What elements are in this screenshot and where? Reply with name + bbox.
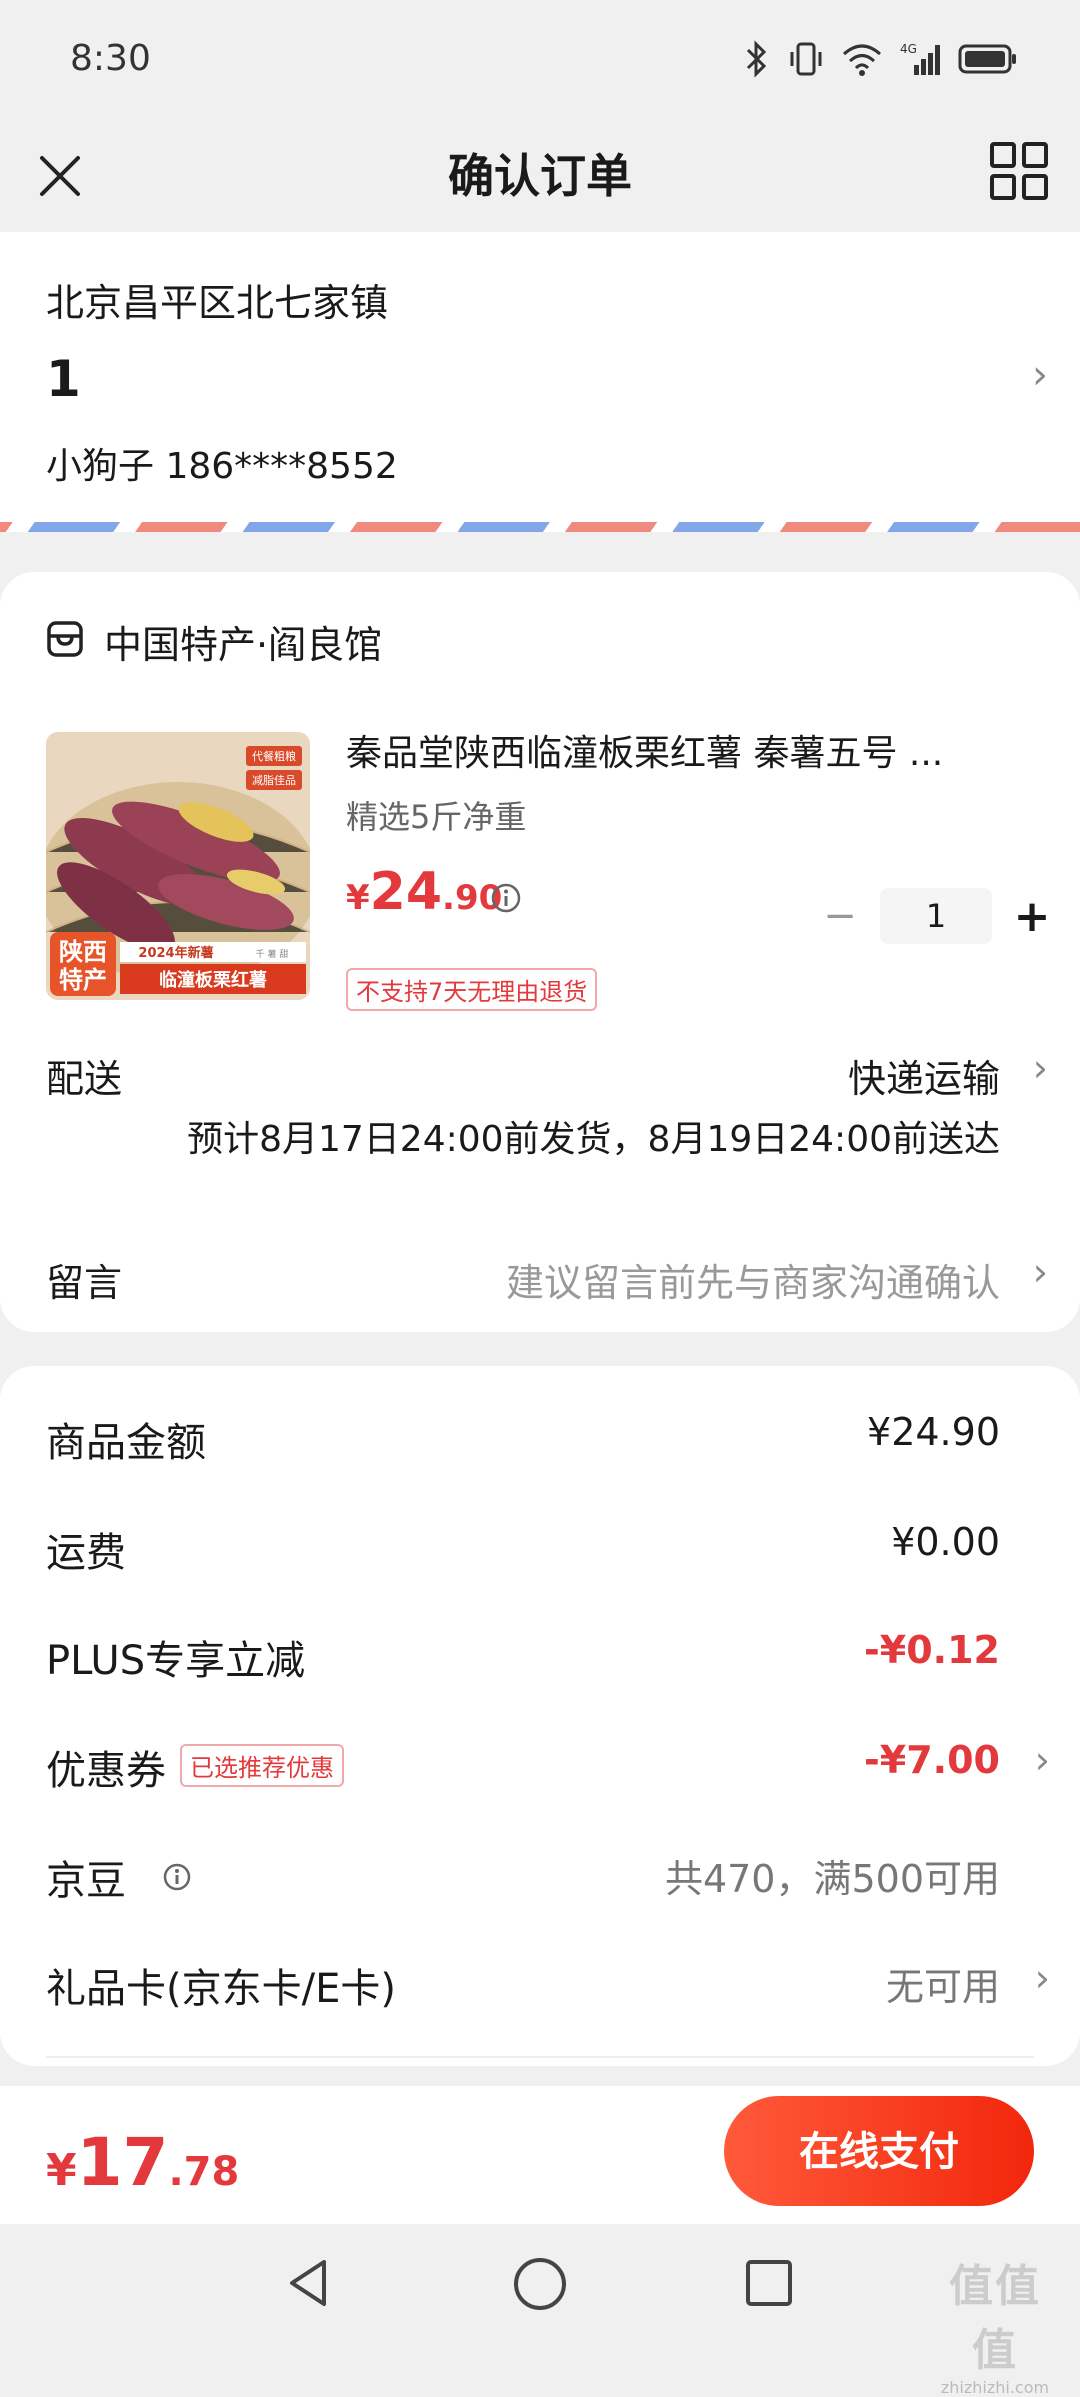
recents-icon[interactable] [744,2258,794,2308]
quantity-increase-button[interactable]: + [1012,891,1052,942]
chevron-right-icon[interactable]: › [1033,1250,1048,1294]
image-region2: 特产 [59,966,107,994]
jingdou-label: 京豆 [46,1858,126,1904]
status-icons: 4G [744,40,1018,78]
price-integer: 24 [369,862,443,922]
total-price: ¥17.78 [46,2124,239,2201]
summary-row-plus: PLUS专享立减 -¥0.12 [46,1628,1000,1688]
address-region: 北京昌平区北七家镇 [46,281,389,325]
product-image[interactable]: 代餐粗粮 减脂佳品 陕西 特产 2024年新薯 千 薯 甜 临潼板栗红薯 [46,732,310,1000]
address-card[interactable]: 北京昌平区北七家镇 1 小狗子 186****8552 › [0,232,1080,532]
quantity-decrease-button[interactable]: − [820,893,860,939]
quantity-stepper: − 1 + [820,888,1052,944]
shipping-method[interactable]: 快递运输 [848,1048,1000,1103]
shipping-eta: 预计8月17日24:00前发货，8月19日24:00前送达 [187,1119,1000,1160]
status-time: 8:30 [70,38,151,79]
chevron-right-icon[interactable]: › [1033,1046,1048,1090]
total-currency: ¥ [46,2145,77,2196]
image-tag2: 减脂佳品 [252,773,296,787]
shop-name[interactable]: 中国特产·阎良馆 [104,614,382,669]
summary-row-coupon[interactable]: 优惠券 已选推荐优惠 -¥7.00 › [46,1738,1050,1798]
price-currency: ¥ [346,878,370,918]
cellular-signal-icon: 4G [900,42,940,75]
image-grade: 千 薯 甜 [256,948,289,960]
pay-bar: ¥17.78 在线支付 [0,2086,1080,2224]
svg-text:4G: 4G [900,42,917,56]
shipping-label: 配送 [46,1057,123,1101]
product-spec: 精选5斤净重 [346,798,527,836]
freight-label: 运费 [46,1530,126,1576]
chevron-right-icon[interactable]: › [1035,1738,1050,1782]
airmail-border [0,522,1080,532]
chevron-right-icon: › [1032,352,1048,398]
bluetooth-icon [746,40,767,78]
price-summary-card: 商品金额 ¥24.90 运费 ¥0.00 PLUS专享立减 -¥0.12 优惠券… [0,1366,1080,2066]
page-title: 确认订单 [448,149,632,203]
watermark: 值值值 zhizhizhi.com [930,2250,1060,2397]
watermark-url: zhizhizhi.com [940,2378,1050,2397]
goods-amount-value: ¥24.90 [867,1410,1000,1454]
coupon-tag: 已选推荐优惠 [180,1744,344,1787]
product-title[interactable]: 秦品堂陕西临潼板栗红薯 秦薯五号 ... [346,724,1026,776]
summary-row-jingdou: 京豆 共470，满500可用 [46,1848,1000,1908]
address-contact: 小狗子 186****8552 [46,446,398,487]
total-decimal: .78 [168,2149,240,2195]
shop-icon [47,621,83,657]
chevron-right-icon[interactable]: › [1035,1956,1050,2000]
divider [46,2056,1034,2058]
info-icon[interactable] [490,882,522,914]
info-icon[interactable] [162,1862,192,1892]
quantity-input[interactable]: 1 [880,888,992,944]
giftcard-value: 无可用 [885,1965,1000,2009]
home-icon[interactable] [512,2256,568,2312]
summary-row-goods: 商品金额 ¥24.90 [46,1410,1000,1470]
freight-value: ¥0.00 [891,1520,1000,1564]
return-policy-badge: 不支持7天无理由退货 [346,968,598,1011]
image-name: 临潼板栗红薯 [159,969,267,991]
image-tag1: 代餐粗粮 [252,749,296,763]
summary-row-giftcard[interactable]: 礼品卡(京东卡/E卡) 无可用 › [46,1956,1050,2016]
message-label: 留言 [46,1261,123,1305]
system-nav-bar [0,2224,1080,2340]
coupon-label: 优惠券 [46,1748,166,1794]
back-icon[interactable] [284,2256,334,2310]
shop-card: 中国特产·阎良馆 代餐粗粮 减脂佳品 陕西 特产 2024年新薯 千 薯 甜 临… [0,572,1080,1332]
wifi-icon [843,44,881,76]
address-detail: 1 [46,350,81,408]
plus-discount-label: PLUS专享立减 [46,1638,306,1684]
giftcard-label: 礼品卡(京东卡/E卡) [46,1966,396,2012]
summary-row-freight: 运费 ¥0.00 [46,1520,1000,1580]
grid-menu-icon[interactable] [988,140,1050,202]
image-year: 2024年新薯 [138,945,213,961]
coupon-value: -¥7.00 [864,1738,1000,1782]
product-price: ¥24.90 [346,862,502,922]
goods-amount-label: 商品金额 [46,1420,206,1466]
watermark-logo: 值值值 [949,2261,1041,2376]
jingdou-value: 共470，满500可用 [664,1857,1000,1901]
battery-icon [958,44,1016,74]
vibrate-icon [790,42,822,76]
total-integer: 17 [76,2124,169,2201]
top-nav: 确认订单 [0,120,1080,232]
message-input[interactable]: 建议留言前先与商家沟通确认 [506,1252,1000,1307]
image-region1: 陕西 [59,938,107,966]
plus-discount-value: -¥0.12 [864,1628,1000,1672]
pay-online-button[interactable]: 在线支付 [724,2096,1034,2206]
status-bar: 8:30 4G [0,0,1080,120]
